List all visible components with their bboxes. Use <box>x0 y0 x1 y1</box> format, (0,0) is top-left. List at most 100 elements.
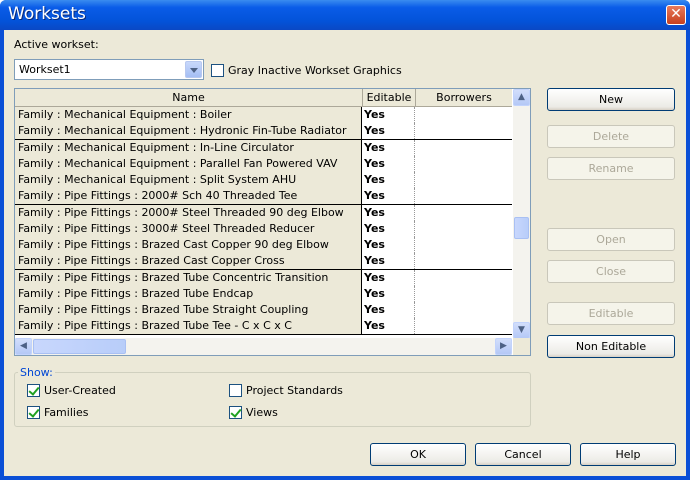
row-name-cell[interactable]: Family : Mechanical Equipment : Split Sy… <box>15 172 362 188</box>
active-workset-dropdown[interactable]: Workset1 <box>14 59 204 80</box>
gray-inactive-checkbox[interactable] <box>211 64 224 77</box>
row-name-cell[interactable]: Family : Pipe Fittings : 3000# Steel Thr… <box>15 220 362 237</box>
row-editable-cell[interactable]: Yes <box>362 237 415 253</box>
worksets-grid[interactable]: Name Editable Borrowers Family : Mechani… <box>14 88 531 356</box>
scroll-left-icon[interactable]: ◀ <box>15 338 32 355</box>
project-standards-checkbox[interactable] <box>229 384 242 397</box>
row-name-cell[interactable]: Family : Mechanical Equipment : In-Line … <box>15 139 362 156</box>
horizontal-scrollbar[interactable]: ◀ ▶ <box>15 338 512 355</box>
table-row[interactable]: Family : Mechanical Equipment : Split Sy… <box>15 172 512 189</box>
row-editable-cell[interactable]: Yes <box>362 285 415 302</box>
row-name-cell[interactable]: Family : Pipe Fittings : Brazed Cast Cop… <box>15 237 362 253</box>
column-header-borrowers[interactable]: Borrowers <box>416 89 512 107</box>
active-workset-label: Active workset: <box>14 38 99 51</box>
scroll-right-icon[interactable]: ▶ <box>495 338 512 355</box>
row-borrowers-cell[interactable] <box>415 123 512 140</box>
families-checkbox[interactable] <box>27 406 40 419</box>
views-label: Views <box>246 406 278 419</box>
table-row[interactable]: Family : Pipe Fittings : Brazed Tube Con… <box>15 269 512 286</box>
table-row[interactable]: Family : Mechanical Equipment : Parallel… <box>15 155 512 172</box>
row-editable-cell[interactable]: Yes <box>362 220 415 237</box>
chevron-down-icon[interactable] <box>185 61 202 78</box>
scrollbar-corner <box>513 338 530 355</box>
grid-header: Name Editable Borrowers <box>15 89 512 107</box>
row-borrowers-cell[interactable] <box>415 220 512 237</box>
active-workset-value: Workset1 <box>19 63 71 76</box>
row-name-cell[interactable]: Family : Mechanical Equipment : Parallel… <box>15 155 362 172</box>
row-borrowers-cell[interactable] <box>415 318 512 335</box>
row-name-cell[interactable]: Family : Pipe Fittings : Brazed Tube Tee… <box>15 318 362 335</box>
horizontal-scroll-thumb[interactable] <box>33 339 126 354</box>
row-editable-cell[interactable]: Yes <box>362 269 415 286</box>
row-name-cell[interactable]: Family : Pipe Fittings : Brazed Tube Con… <box>15 269 362 286</box>
table-row[interactable]: Family : Pipe Fittings : Brazed Cast Cop… <box>15 253 512 270</box>
row-editable-cell[interactable]: Yes <box>362 318 415 335</box>
row-editable-cell[interactable]: Yes <box>362 188 415 205</box>
ok-button[interactable]: OK <box>370 443 466 466</box>
row-borrowers-cell[interactable] <box>415 237 512 253</box>
row-borrowers-cell[interactable] <box>415 269 512 286</box>
row-name-cell[interactable]: Family : Pipe Fittings : Brazed Tube Str… <box>15 302 362 318</box>
delete-button[interactable]: Delete <box>547 125 675 148</box>
row-editable-cell[interactable]: Yes <box>362 253 415 270</box>
column-header-editable[interactable]: Editable <box>363 89 416 107</box>
open-button[interactable]: Open <box>547 228 675 251</box>
project-standards-label: Project Standards <box>246 384 343 397</box>
table-row[interactable]: Family : Mechanical Equipment : In-Line … <box>15 139 512 156</box>
worksets-dialog: Worksets ✕ Active workset: Workset1 Gray… <box>0 0 690 480</box>
row-borrowers-cell[interactable] <box>415 204 512 221</box>
vertical-scroll-thumb[interactable] <box>514 217 529 239</box>
table-row[interactable]: Family : Pipe Fittings : Brazed Tube Tee… <box>15 318 512 335</box>
table-row[interactable]: Family : Pipe Fittings : 3000# Steel Thr… <box>15 220 512 237</box>
row-editable-cell[interactable]: Yes <box>362 107 415 123</box>
row-name-cell[interactable]: Family : Pipe Fittings : Brazed Tube End… <box>15 285 362 302</box>
row-editable-cell[interactable]: Yes <box>362 302 415 318</box>
cancel-button[interactable]: Cancel <box>475 443 571 466</box>
show-group-label: Show: <box>18 366 55 379</box>
close-workset-button[interactable]: Close <box>547 260 675 283</box>
row-borrowers-cell[interactable] <box>415 253 512 270</box>
row-editable-cell[interactable]: Yes <box>362 172 415 188</box>
row-editable-cell[interactable]: Yes <box>362 123 415 140</box>
user-created-checkbox[interactable] <box>27 384 40 397</box>
table-row[interactable]: Family : Pipe Fittings : 2000# Sch 40 Th… <box>15 188 512 205</box>
close-icon[interactable]: ✕ <box>666 5 686 25</box>
help-button[interactable]: Help <box>580 443 676 466</box>
row-name-cell[interactable]: Family : Pipe Fittings : 2000# Steel Thr… <box>15 204 362 221</box>
row-editable-cell[interactable]: Yes <box>362 139 415 156</box>
row-borrowers-cell[interactable] <box>415 285 512 302</box>
table-row[interactable]: Family : Mechanical Equipment : Hydronic… <box>15 123 512 140</box>
row-name-cell[interactable]: Family : Pipe Fittings : Brazed Cast Cop… <box>15 253 362 270</box>
non-editable-button[interactable]: Non Editable <box>547 335 675 358</box>
families-label: Families <box>44 406 89 419</box>
vertical-scrollbar[interactable]: ▲ ▼ <box>513 89 530 339</box>
row-borrowers-cell[interactable] <box>415 155 512 172</box>
row-editable-cell[interactable]: Yes <box>362 204 415 221</box>
table-row[interactable]: Family : Pipe Fittings : Brazed Tube Str… <box>15 302 512 319</box>
row-name-cell[interactable]: Family : Mechanical Equipment : Boiler <box>15 107 362 123</box>
row-editable-cell[interactable]: Yes <box>362 155 415 172</box>
views-checkbox[interactable] <box>229 406 242 419</box>
rename-button[interactable]: Rename <box>547 157 675 180</box>
new-button[interactable]: New <box>547 88 675 111</box>
row-name-cell[interactable]: Family : Pipe Fittings : 2000# Sch 40 Th… <box>15 188 362 205</box>
table-row[interactable]: Family : Pipe Fittings : Brazed Tube End… <box>15 285 512 302</box>
editable-button[interactable]: Editable <box>547 302 675 325</box>
table-row[interactable]: Family : Pipe Fittings : Brazed Cast Cop… <box>15 237 512 254</box>
row-borrowers-cell[interactable] <box>415 172 512 188</box>
title-bar[interactable]: Worksets ✕ <box>0 0 690 30</box>
row-borrowers-cell[interactable] <box>415 188 512 205</box>
row-borrowers-cell[interactable] <box>415 139 512 156</box>
scroll-up-icon[interactable]: ▲ <box>513 89 530 106</box>
user-created-label: User-Created <box>44 384 116 397</box>
grid-rows: Family : Mechanical Equipment : Boiler Ye… <box>15 107 512 335</box>
window-title: Worksets <box>8 4 86 24</box>
row-borrowers-cell[interactable] <box>415 302 512 318</box>
dialog-body: Active workset: Workset1 Gray Inactive W… <box>4 30 686 476</box>
scroll-down-icon[interactable]: ▼ <box>513 322 530 339</box>
column-header-name[interactable]: Name <box>15 89 363 107</box>
row-borrowers-cell[interactable] <box>415 107 512 123</box>
table-row[interactable]: Family : Pipe Fittings : 2000# Steel Thr… <box>15 204 512 221</box>
table-row[interactable]: Family : Mechanical Equipment : Boiler Ye… <box>15 107 512 124</box>
row-name-cell[interactable]: Family : Mechanical Equipment : Hydronic… <box>15 123 362 140</box>
